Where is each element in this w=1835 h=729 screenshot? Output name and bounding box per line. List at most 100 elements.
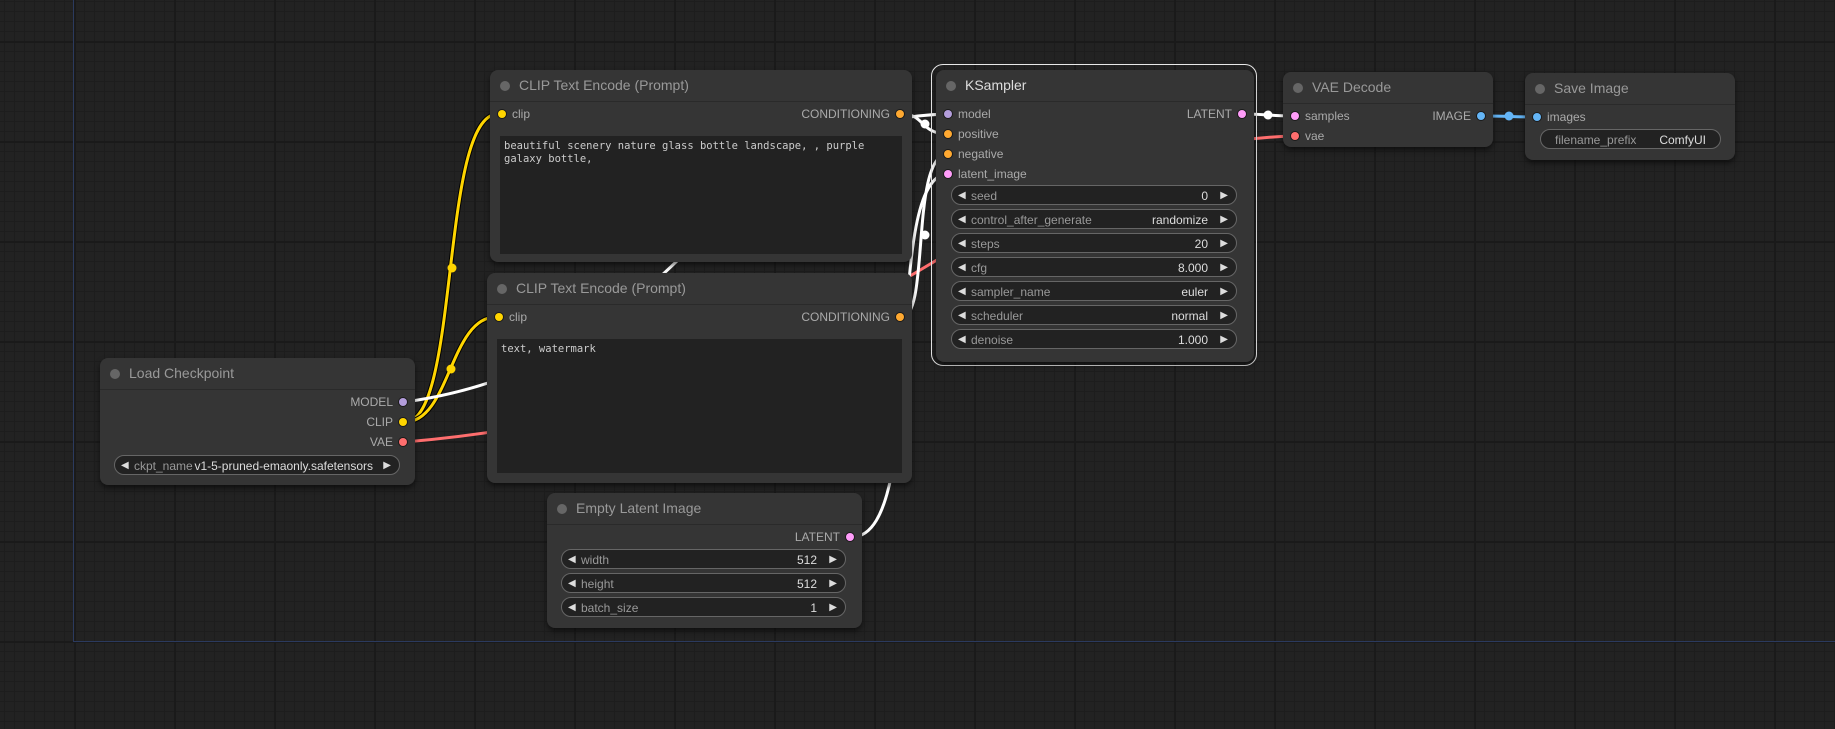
input-slot-clip[interactable]: clip: [487, 307, 527, 327]
slot-dot-icon[interactable]: [1238, 110, 1246, 118]
collapse-dot-icon[interactable]: [1293, 83, 1303, 93]
collapse-dot-icon[interactable]: [497, 284, 507, 294]
arrow-left-icon[interactable]: ◀: [121, 456, 129, 476]
wire-clip-negative: [404, 314, 497, 425]
node-title[interactable]: Save Image: [1525, 73, 1735, 105]
input-slot-clip[interactable]: clip: [490, 104, 530, 124]
slot-dot-icon[interactable]: [896, 313, 904, 321]
slot-dot-icon[interactable]: [1291, 112, 1299, 120]
slot-dot-icon[interactable]: [399, 418, 407, 426]
input-slot-vae[interactable]: vae: [1283, 126, 1324, 146]
input-slot-samples[interactable]: samples: [1283, 106, 1350, 126]
slot-dot-icon[interactable]: [1533, 113, 1541, 121]
widget-label: height: [581, 577, 614, 591]
output-slot-clip[interactable]: CLIP: [366, 412, 415, 432]
arrow-left-icon[interactable]: ◀: [958, 282, 966, 302]
arrow-right-icon[interactable]: ▶: [1220, 306, 1228, 326]
slot-dot-icon[interactable]: [944, 110, 952, 118]
node-clip-text-encode-negative[interactable]: CLIP Text Encode (Prompt) clip CONDITION…: [487, 273, 912, 483]
slot-dot-icon[interactable]: [1291, 132, 1299, 140]
widget-label: sampler_name: [971, 285, 1051, 299]
slot-dot-icon[interactable]: [944, 150, 952, 158]
widget-cfg[interactable]: ◀ cfg 8.000 ▶: [951, 257, 1237, 277]
node-title[interactable]: KSampler: [936, 70, 1254, 102]
input-slot-negative[interactable]: negative: [936, 144, 1003, 164]
widget-control-after-generate[interactable]: ◀ control_after_generate randomize ▶: [951, 209, 1237, 229]
widget-width[interactable]: ◀ width 512 ▶: [561, 549, 846, 569]
slot-dot-icon[interactable]: [1477, 112, 1485, 120]
slot-dot-icon[interactable]: [498, 110, 506, 118]
input-slot-model[interactable]: model: [936, 104, 991, 124]
arrow-right-icon[interactable]: ▶: [1220, 258, 1228, 278]
arrow-right-icon[interactable]: ▶: [829, 574, 837, 594]
arrow-right-icon[interactable]: ▶: [1220, 210, 1228, 230]
widget-steps[interactable]: ◀ steps 20 ▶: [951, 233, 1237, 253]
arrow-right-icon[interactable]: ▶: [1220, 234, 1228, 254]
widget-denoise[interactable]: ◀ denoise 1.000 ▶: [951, 329, 1237, 349]
collapse-dot-icon[interactable]: [557, 504, 567, 514]
arrow-right-icon[interactable]: ▶: [1220, 186, 1228, 206]
slot-dot-icon[interactable]: [399, 398, 407, 406]
slot-dot-icon[interactable]: [399, 438, 407, 446]
arrow-left-icon[interactable]: ◀: [958, 234, 966, 254]
output-slot-latent[interactable]: LATENT: [1187, 104, 1254, 124]
arrow-left-icon[interactable]: ◀: [958, 330, 966, 350]
arrow-left-icon[interactable]: ◀: [958, 186, 966, 206]
widget-batch-size[interactable]: ◀ batch_size 1 ▶: [561, 597, 846, 617]
slot-label: vae: [1305, 129, 1325, 143]
slot-dot-icon[interactable]: [944, 130, 952, 138]
node-title[interactable]: CLIP Text Encode (Prompt): [490, 70, 912, 102]
node-empty-latent-image[interactable]: Empty Latent Image LATENT ◀ width 512 ▶ …: [547, 493, 862, 628]
slot-dot-icon[interactable]: [846, 533, 854, 541]
node-title[interactable]: Load Checkpoint: [100, 358, 415, 390]
input-slot-positive[interactable]: positive: [936, 124, 999, 144]
arrow-right-icon[interactable]: ▶: [1220, 282, 1228, 302]
node-ksampler[interactable]: KSampler model positive negative latent_…: [936, 70, 1254, 362]
slot-dot-icon[interactable]: [495, 313, 503, 321]
output-slot-image[interactable]: IMAGE: [1432, 106, 1493, 126]
slot-dot-icon[interactable]: [896, 110, 904, 118]
widget-sampler-name[interactable]: ◀ sampler_name euler ▶: [951, 281, 1237, 301]
collapse-dot-icon[interactable]: [946, 81, 956, 91]
arrow-left-icon[interactable]: ◀: [958, 306, 966, 326]
collapse-dot-icon[interactable]: [110, 369, 120, 379]
prompt-textarea[interactable]: text, watermark: [497, 339, 902, 473]
output-slot-conditioning[interactable]: CONDITIONING: [801, 104, 912, 124]
node-load-checkpoint[interactable]: Load Checkpoint MODEL CLIP VAE ◀ ckpt_na…: [100, 358, 415, 485]
output-slot-latent[interactable]: LATENT: [795, 527, 862, 547]
widget-seed[interactable]: ◀ seed 0 ▶: [951, 185, 1237, 205]
arrow-left-icon[interactable]: ◀: [568, 574, 576, 594]
arrow-right-icon[interactable]: ▶: [383, 456, 391, 476]
prompt-textarea[interactable]: beautiful scenery nature glass bottle la…: [500, 136, 902, 254]
collapse-dot-icon[interactable]: [1535, 84, 1545, 94]
node-vae-decode[interactable]: VAE Decode samples vae IMAGE: [1283, 72, 1493, 147]
output-slot-vae[interactable]: VAE: [370, 432, 415, 452]
node-title-text: CLIP Text Encode (Prompt): [516, 280, 686, 296]
widget-filename-prefix[interactable]: filename_prefix ComfyUI: [1540, 129, 1721, 149]
node-title[interactable]: VAE Decode: [1283, 72, 1493, 104]
widget-scheduler[interactable]: ◀ scheduler normal ▶: [951, 305, 1237, 325]
node-clip-text-encode-positive[interactable]: CLIP Text Encode (Prompt) clip CONDITION…: [490, 70, 912, 262]
slot-label: model: [958, 107, 991, 121]
input-slot-latent-image[interactable]: latent_image: [936, 164, 1027, 184]
arrow-left-icon[interactable]: ◀: [568, 598, 576, 618]
widget-label: ckpt_name: [134, 459, 193, 473]
node-title[interactable]: Empty Latent Image: [547, 493, 862, 525]
input-slot-images[interactable]: images: [1525, 107, 1586, 127]
widget-ckpt-name[interactable]: ◀ ckpt_name v1-5-pruned-emaonly.safetens…: [114, 455, 400, 475]
arrow-left-icon[interactable]: ◀: [958, 210, 966, 230]
node-save-image[interactable]: Save Image images filename_prefix ComfyU…: [1525, 73, 1735, 160]
arrow-right-icon[interactable]: ▶: [829, 550, 837, 570]
node-title[interactable]: CLIP Text Encode (Prompt): [487, 273, 912, 305]
widget-value: 512: [796, 553, 817, 567]
slot-dot-icon[interactable]: [944, 170, 952, 178]
output-slot-model[interactable]: MODEL: [350, 392, 415, 412]
arrow-left-icon[interactable]: ◀: [568, 550, 576, 570]
arrow-right-icon[interactable]: ▶: [829, 598, 837, 618]
slot-label: CONDITIONING: [801, 310, 890, 324]
arrow-left-icon[interactable]: ◀: [958, 258, 966, 278]
collapse-dot-icon[interactable]: [500, 81, 510, 91]
widget-height[interactable]: ◀ height 512 ▶: [561, 573, 846, 593]
output-slot-conditioning[interactable]: CONDITIONING: [801, 307, 912, 327]
arrow-right-icon[interactable]: ▶: [1220, 330, 1228, 350]
